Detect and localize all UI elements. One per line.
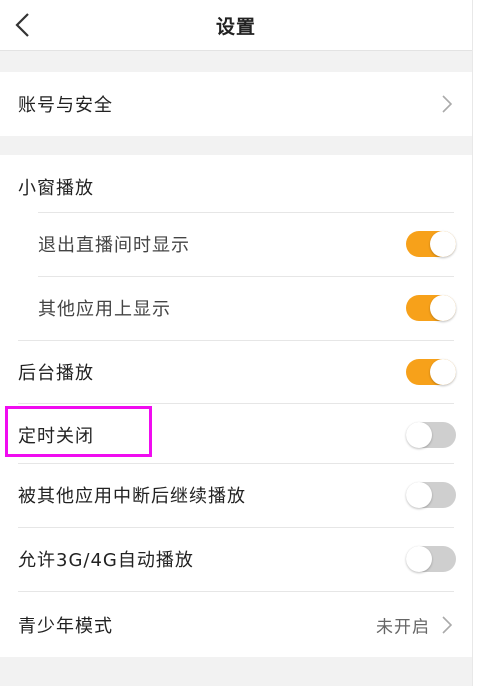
- toggle-knob: [430, 231, 456, 257]
- background-play-row: 后台播放: [0, 340, 472, 404]
- toggle-knob: [406, 546, 432, 572]
- resume-after-interrupt-toggle[interactable]: [406, 482, 456, 508]
- divider: [18, 591, 454, 592]
- edge-strip: [472, 0, 478, 686]
- pip-exit-live-label: 退出直播间时显示: [38, 235, 190, 256]
- highlight-box: [5, 406, 152, 457]
- pip-other-apps-label: 其他应用上显示: [38, 299, 171, 320]
- toggle-knob: [406, 482, 432, 508]
- teen-mode-label: 青少年模式: [18, 616, 113, 637]
- background-play-label: 后台播放: [18, 363, 94, 384]
- mobile-autoplay-label: 允许3G/4G自动播放: [18, 550, 194, 571]
- resume-after-interrupt-label: 被其他应用中断后继续播放: [18, 486, 246, 507]
- pip-exit-live-row: 退出直播间时显示: [0, 212, 472, 276]
- teen-mode-status: 未开启: [376, 617, 430, 638]
- top-nav-bar: 设置: [0, 0, 472, 51]
- timer-off-toggle[interactable]: [406, 422, 456, 448]
- pip-other-apps-row: 其他应用上显示: [0, 276, 472, 340]
- mobile-autoplay-row: 允许3G/4G自动播放: [0, 527, 472, 591]
- account-section: 账号与安全: [0, 72, 472, 136]
- pip-heading-row: 小窗播放: [0, 155, 472, 219]
- mobile-autoplay-toggle[interactable]: [406, 546, 456, 572]
- teen-mode-row[interactable]: 青少年模式 未开启: [0, 593, 472, 657]
- chevron-right-icon: [442, 95, 453, 113]
- pip-exit-live-toggle[interactable]: [406, 231, 456, 257]
- toggle-knob: [406, 422, 432, 448]
- toggle-knob: [430, 359, 456, 385]
- chevron-right-icon: [442, 616, 453, 634]
- pip-heading: 小窗播放: [18, 178, 94, 199]
- account-security-label: 账号与安全: [18, 95, 113, 116]
- page-title: 设置: [215, 16, 256, 38]
- pip-other-apps-toggle[interactable]: [406, 295, 456, 321]
- account-security-row[interactable]: 账号与安全: [0, 72, 472, 136]
- background-play-toggle[interactable]: [406, 359, 456, 385]
- resume-after-interrupt-row: 被其他应用中断后继续播放: [0, 463, 472, 527]
- toggle-knob: [430, 295, 456, 321]
